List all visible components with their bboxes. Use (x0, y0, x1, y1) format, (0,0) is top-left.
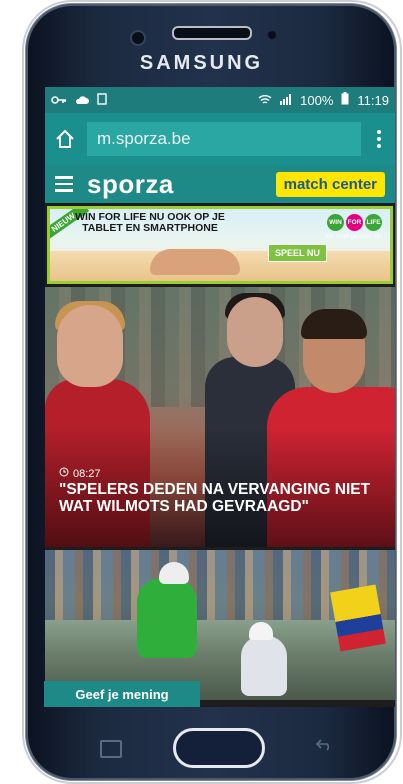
home-icon[interactable] (53, 127, 77, 151)
proximity-sensor (268, 31, 276, 39)
status-time: 11:19 (357, 92, 389, 108)
article-card[interactable]: 08:27 "SPELERS DEDEN NA VERVANGING NIET … (45, 287, 395, 547)
key-icon (51, 93, 67, 108)
ad-headline: WIN FOR LIFE NU OOK OP JE TABLET EN SMAR… (75, 211, 225, 234)
browser-toolbar: m.sporza.be (45, 113, 395, 165)
article-card[interactable] (45, 550, 395, 700)
signal-icon (280, 93, 292, 108)
home-key[interactable] (173, 728, 265, 768)
device-brand: SAMSUNG (139, 52, 264, 74)
win-for-life-logo: WIN FOR LIFE (327, 214, 382, 231)
ad-slogan: Ge moet gewoon zijn. (325, 234, 384, 240)
ad-banner[interactable]: NIEUW WIN FOR LIFE NU OOK OP JE TABLET E… (47, 206, 393, 284)
wifi-icon (258, 93, 272, 108)
site-header: sporza match center (45, 165, 395, 203)
earpiece-speaker (172, 26, 252, 40)
cloud-icon (75, 93, 89, 108)
feedback-button[interactable]: Geef je mening (44, 681, 200, 707)
phone-screen: 100% 11:19 m.sporza.be sporza match cent… (45, 87, 395, 707)
back-key-icon[interactable] (315, 738, 332, 756)
sporza-logo[interactable]: sporza (87, 169, 174, 200)
battery-icon (341, 92, 349, 108)
clock-icon (59, 467, 69, 480)
ad-play-now-button[interactable]: SPEEL NU (268, 244, 327, 262)
battery-level: 100% (300, 92, 334, 108)
hamburger-menu-icon[interactable] (55, 176, 73, 192)
front-camera (130, 30, 146, 46)
notification-icon (97, 92, 107, 108)
status-bar: 100% 11:19 (45, 87, 395, 113)
url-field[interactable]: m.sporza.be (87, 122, 361, 156)
recent-apps-key[interactable] (100, 740, 122, 758)
ad-person-image (150, 249, 240, 275)
article-timestamp: 08:27 (59, 467, 101, 480)
more-options-icon[interactable] (371, 125, 387, 153)
article-title[interactable]: "SPELERS DEDEN NA VERVANGING NIET WAT WI… (59, 481, 379, 515)
match-center-button[interactable]: match center (275, 171, 385, 197)
